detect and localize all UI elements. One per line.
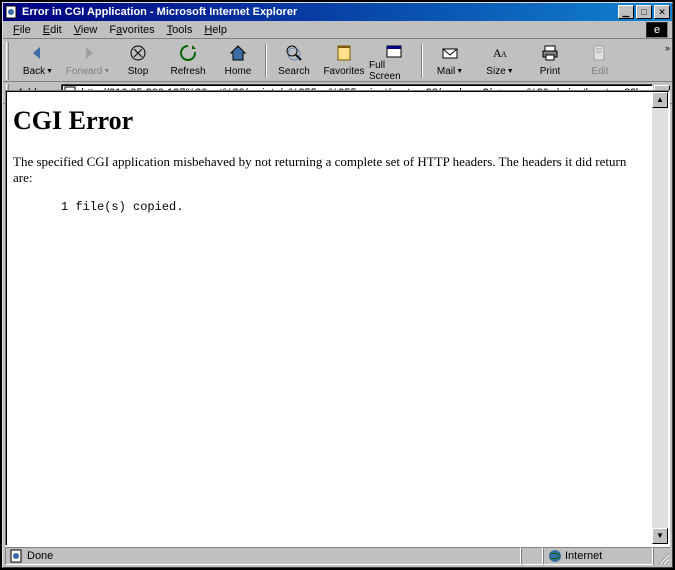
menu-help[interactable]: Help xyxy=(198,23,233,37)
toolbar-overflow-icon[interactable]: » xyxy=(665,43,670,53)
window-title: Error in CGI Application - Microsoft Int… xyxy=(22,6,618,18)
ie-page-icon xyxy=(5,5,19,19)
search-button[interactable]: Search xyxy=(269,41,319,81)
favorites-icon xyxy=(334,42,354,64)
svg-text:A: A xyxy=(501,50,507,59)
edit-button[interactable]: Edit xyxy=(575,41,625,81)
status-text: Done xyxy=(27,550,53,562)
scroll-down-button[interactable]: ▼ xyxy=(652,528,668,544)
titlebar: Error in CGI Application - Microsoft Int… xyxy=(3,3,672,21)
browser-window: Error in CGI Application - Microsoft Int… xyxy=(2,2,673,568)
search-icon xyxy=(284,42,304,64)
resize-grip[interactable] xyxy=(653,547,670,565)
mail-button[interactable]: Mail▼ xyxy=(425,41,475,81)
size-button[interactable]: AA Size▼ xyxy=(475,41,525,81)
toolbar-grip[interactable] xyxy=(6,42,9,80)
status-zone: Internet xyxy=(565,550,602,562)
globe-icon xyxy=(548,549,562,563)
forward-button[interactable]: Forward▼ xyxy=(63,41,113,81)
content-viewport: CGI Error The specified CGI application … xyxy=(5,90,670,546)
back-button[interactable]: Back▼ xyxy=(13,41,63,81)
ie-throbber-icon: e xyxy=(646,22,668,38)
print-button[interactable]: Print xyxy=(525,41,575,81)
favorites-button[interactable]: Favorites xyxy=(319,41,369,81)
stop-icon xyxy=(128,42,148,64)
home-button[interactable]: Home xyxy=(213,41,263,81)
stop-button[interactable]: Stop xyxy=(113,41,163,81)
status-text-pane: Done xyxy=(5,547,521,565)
toolbar-separator xyxy=(421,44,423,78)
vertical-scrollbar[interactable]: ▲ ▼ xyxy=(652,92,668,544)
minimize-button[interactable]: ▁ xyxy=(618,5,634,19)
mail-icon xyxy=(440,42,460,64)
page-content: CGI Error The specified CGI application … xyxy=(7,92,652,544)
menu-tools[interactable]: Tools xyxy=(161,23,199,37)
forward-arrow-icon xyxy=(78,42,98,64)
home-icon xyxy=(228,42,248,64)
scroll-track[interactable] xyxy=(652,108,668,528)
fullscreen-button[interactable]: Full Screen xyxy=(369,41,419,81)
status-bar: Done Internet xyxy=(5,546,670,565)
menu-edit[interactable]: Edit xyxy=(37,23,68,37)
print-icon xyxy=(540,42,560,64)
status-zone-pane: Internet xyxy=(543,547,653,565)
menu-view[interactable]: View xyxy=(68,23,104,37)
refresh-button[interactable]: Refresh xyxy=(163,41,213,81)
ie-page-icon xyxy=(10,549,24,563)
toolbar: Back▼ Forward▼ Stop Refresh Home Searc xyxy=(3,39,672,82)
scroll-up-button[interactable]: ▲ xyxy=(652,92,668,108)
size-icon: AA xyxy=(490,42,510,64)
status-pane-secure xyxy=(521,547,543,565)
menubar: File Edit View Favorites Tools Help e xyxy=(3,21,672,39)
back-arrow-icon xyxy=(28,42,48,64)
maximize-button[interactable]: □ xyxy=(636,5,652,19)
toolbar-separator xyxy=(265,44,267,78)
close-button[interactable]: ✕ xyxy=(654,5,670,19)
edit-icon xyxy=(590,42,610,64)
menu-file[interactable]: File xyxy=(7,23,37,37)
refresh-icon xyxy=(178,42,198,64)
page-pre-text: 1 file(s) copied. xyxy=(61,200,646,214)
page-heading: CGI Error xyxy=(13,106,646,136)
page-body-text: The specified CGI application misbehaved… xyxy=(13,154,646,186)
menu-favorites[interactable]: Favorites xyxy=(103,23,160,37)
